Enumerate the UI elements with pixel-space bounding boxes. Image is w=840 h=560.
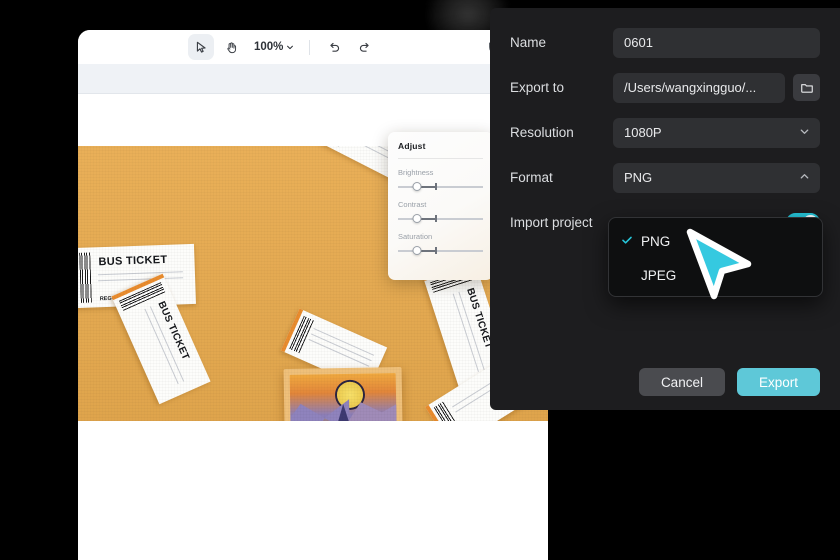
contrast-control: Contrast (398, 200, 483, 223)
adjust-divider (398, 158, 483, 159)
format-option-png-label: PNG (641, 233, 671, 249)
ticket-line (310, 333, 372, 362)
saturation-control: Saturation (398, 232, 483, 255)
folder-icon (800, 83, 813, 93)
redo-button[interactable] (351, 34, 377, 60)
saturation-slider[interactable] (398, 246, 483, 255)
format-label: Format (510, 170, 553, 185)
name-input[interactable]: 0601 (613, 27, 820, 58)
export-row-resolution: Resolution 1080P (490, 110, 840, 155)
export-path-value: /Users/wangxingguo/... (624, 80, 757, 95)
folder-browse-button[interactable] (793, 74, 820, 101)
contrast-label: Contrast (398, 200, 427, 209)
editor-window: 100% BUS TICKET BUS TICKET BUS TICKET Ad… (78, 30, 548, 560)
chevron-up-icon (799, 171, 810, 185)
brightness-slider[interactable] (398, 182, 483, 191)
export-row-name: Name 0601 (490, 20, 840, 65)
export-button[interactable]: Export (736, 368, 820, 396)
ticket-line (312, 327, 374, 356)
adventure-poster: . ADVENTURE . (283, 366, 405, 421)
resolution-label: Resolution (510, 125, 574, 140)
slider-handle[interactable] (412, 246, 422, 255)
hand-tool-button[interactable] (218, 34, 244, 60)
undo-button[interactable] (321, 34, 347, 60)
slider-track (398, 250, 483, 252)
cancel-button[interactable]: Cancel (638, 368, 725, 396)
screen: 100% BUS TICKET BUS TICKET BUS TICKET Ad… (0, 0, 840, 560)
check-icon (621, 234, 641, 249)
window-subtoolbar (78, 64, 548, 94)
select-tool-button[interactable] (188, 34, 214, 60)
slider-handle[interactable] (412, 182, 422, 191)
format-select[interactable]: PNG (613, 162, 820, 193)
saturation-label: Saturation (398, 232, 433, 241)
name-value: 0601 (624, 35, 653, 50)
dialog-footer: Cancel Export (490, 368, 840, 396)
export-row-path: Export to /Users/wangxingguo/... (490, 65, 840, 110)
road-shape (311, 403, 377, 421)
export-row-format: Format PNG (490, 155, 840, 200)
brightness-label: Brightness (398, 168, 434, 177)
resolution-select[interactable]: 1080P (613, 117, 820, 148)
zoom-level-value: 100% (254, 41, 284, 53)
toolbar-divider (309, 39, 311, 55)
export-to-label: Export to (510, 80, 565, 95)
ticket-line (98, 271, 184, 276)
slider-tick (435, 183, 437, 190)
ticket-barcode (79, 252, 92, 303)
format-value: PNG (624, 170, 653, 185)
chevron-down-icon (799, 126, 810, 140)
toolbar: 100% (188, 34, 377, 60)
zoom-level-dropdown[interactable]: 100% (250, 41, 298, 53)
brightness-control: Brightness (398, 168, 483, 191)
ticket-lower-left: BUS TICKET (111, 273, 211, 405)
slider-tick (435, 215, 437, 222)
export-path-input[interactable]: /Users/wangxingguo/... (613, 72, 785, 103)
export-dialog: Name 0601 Export to /Users/wangxingguo/.… (490, 8, 840, 410)
slider-track (398, 218, 483, 220)
contrast-slider[interactable] (398, 214, 483, 223)
window-titlebar: 100% (78, 30, 548, 64)
import-project-label: Import project (510, 215, 593, 230)
adjust-panel-title: Adjust (398, 141, 426, 151)
ticket-line (308, 338, 370, 367)
canvas-area[interactable]: BUS TICKET BUS TICKET REGULAR (78, 94, 548, 560)
slider-handle[interactable] (412, 214, 422, 223)
ticket-title: BUS TICKET (98, 253, 168, 269)
poster-artwork: . ADVENTURE . (289, 373, 399, 421)
ticket-line (98, 277, 184, 282)
chevron-down-icon (287, 45, 294, 50)
name-label: Name (510, 35, 547, 50)
resolution-value: 1080P (624, 125, 662, 140)
slider-tick (435, 247, 437, 254)
mouse-cursor (684, 228, 756, 307)
slider-track (398, 186, 483, 188)
format-option-jpeg-label: JPEG (641, 267, 677, 283)
adjust-panel: Adjust Brightness Contrast Saturation (388, 132, 493, 280)
